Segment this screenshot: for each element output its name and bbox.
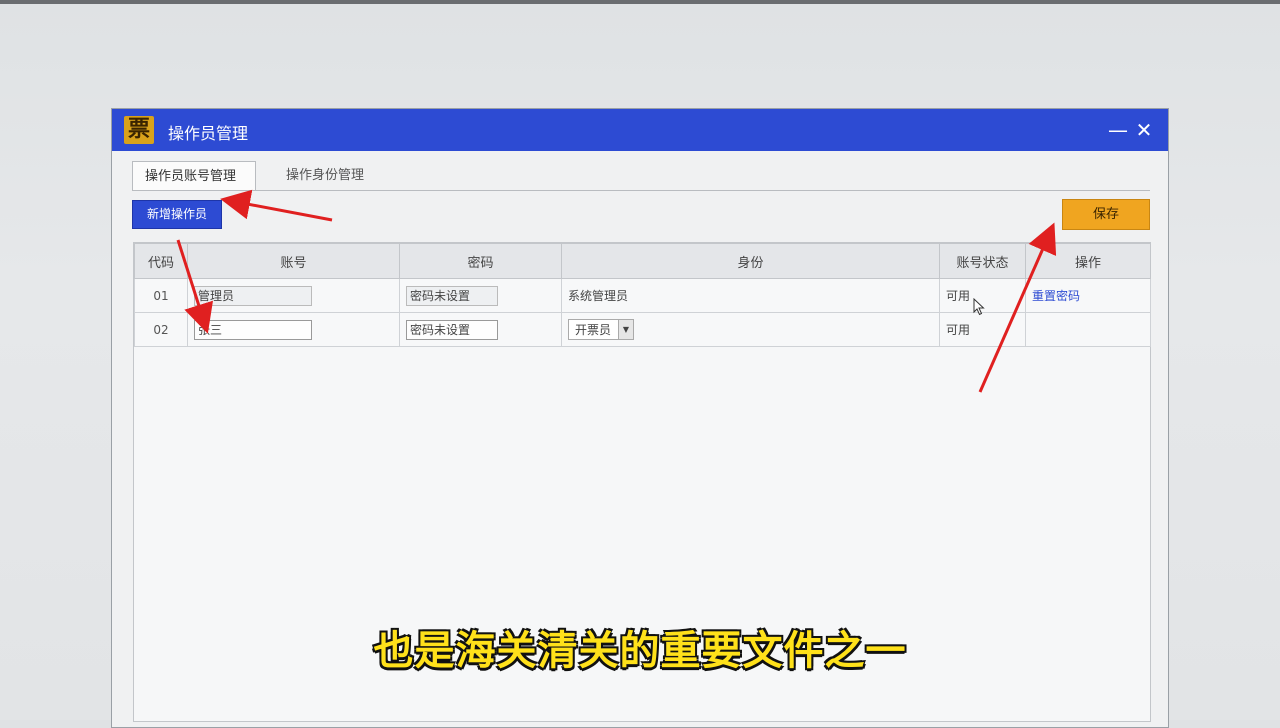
password-field[interactable] <box>406 285 498 306</box>
row-role: 系统管理员 <box>561 278 940 313</box>
row-action <box>1025 312 1151 347</box>
password-cell <box>399 312 562 347</box>
window-title: 操作员管理 <box>168 124 249 143</box>
video-subtitle: 也是海关清关的重要文件之一 <box>373 628 907 674</box>
role-cell: 开票员 ▼ <box>561 312 940 347</box>
column-header-account: 账号 <box>187 243 400 279</box>
app-logo-icon: 票 <box>124 116 154 144</box>
title-bar: 票 操作员管理 — ✕ <box>112 109 1168 151</box>
column-header-code: 代码 <box>134 243 188 279</box>
row-status: 可用 <box>939 312 1026 347</box>
monitor-bezel <box>0 0 1280 4</box>
column-header-password: 密码 <box>399 243 562 279</box>
action-cell: 重置密码 <box>1025 278 1151 313</box>
account-field[interactable] <box>194 319 312 340</box>
account-field[interactable] <box>194 285 312 306</box>
role-select[interactable]: 开票员 ▼ <box>568 319 634 340</box>
tab-operator-accounts[interactable]: 操作员账号管理 <box>132 161 256 191</box>
add-operator-button[interactable]: 新增操作员 <box>132 200 222 229</box>
tab-divider <box>132 190 1150 191</box>
dropdown-arrow-icon[interactable]: ▼ <box>618 320 633 339</box>
password-cell <box>399 278 562 313</box>
row-code: 02 <box>134 312 188 347</box>
table-row: 01 系统管理员 可用 重置密码 <box>134 278 1151 313</box>
tab-operator-roles[interactable]: 操作身份管理 <box>274 161 376 191</box>
table-header-row: 代码 账号 密码 身份 账号状态 操作 <box>134 243 1151 279</box>
save-button[interactable]: 保存 <box>1062 199 1150 230</box>
mouse-cursor-icon <box>973 298 985 316</box>
reset-password-link[interactable]: 重置密码 <box>1032 289 1080 303</box>
column-header-status: 账号状态 <box>939 243 1026 279</box>
password-field[interactable] <box>406 319 498 340</box>
account-cell <box>187 278 400 313</box>
account-cell <box>187 312 400 347</box>
column-header-action: 操作 <box>1025 243 1151 279</box>
minimize-button[interactable]: — <box>1106 118 1130 142</box>
role-select-value: 开票员 <box>575 323 612 337</box>
table-row: 02 开票员 ▼ 可用 <box>134 312 1151 347</box>
row-code: 01 <box>134 278 188 313</box>
column-header-role: 身份 <box>561 243 940 279</box>
close-button[interactable]: ✕ <box>1132 118 1156 142</box>
